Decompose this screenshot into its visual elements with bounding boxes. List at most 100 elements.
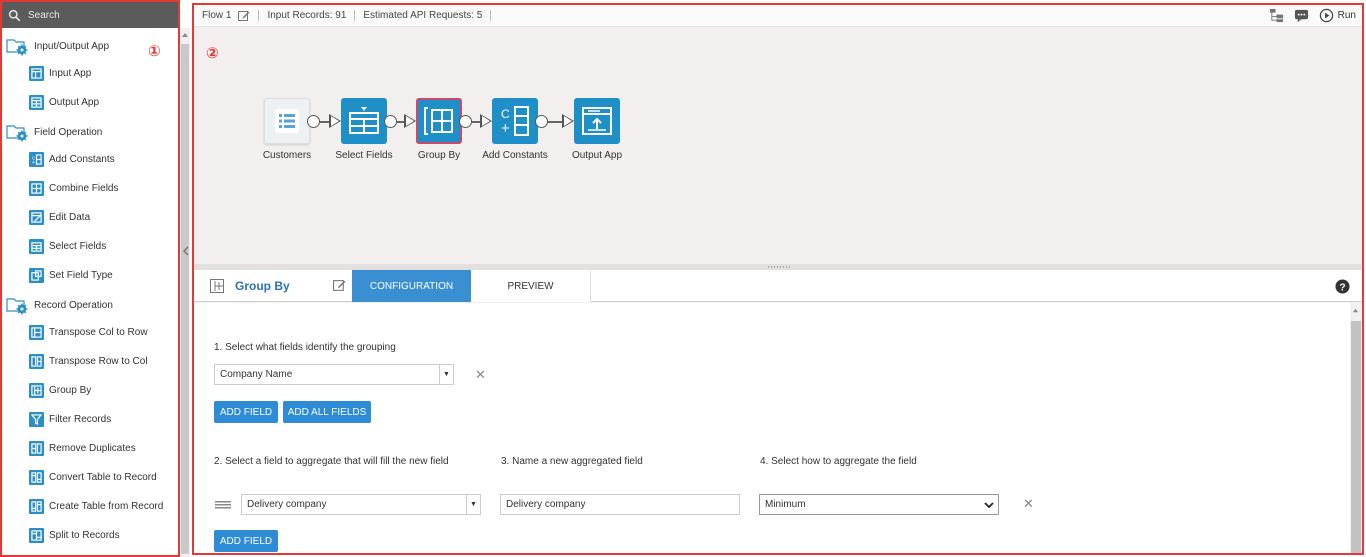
aggregated-field-name-input[interactable]: Delivery company xyxy=(500,494,740,515)
run-button[interactable]: Run xyxy=(1338,10,1356,21)
grouping-field-select[interactable]: Company Name ▼ xyxy=(214,364,454,385)
collapse-sidebar-button[interactable] xyxy=(181,246,190,262)
topbar-separator xyxy=(490,10,492,21)
select-fields-icon xyxy=(349,107,379,134)
tool-item[interactable]: Combine Fields xyxy=(29,179,118,197)
remove-aggregation-icon[interactable]: ✕ xyxy=(1023,496,1034,512)
scroll-up-icon[interactable] xyxy=(1352,307,1359,314)
config-header: Group By CONFIGURATION PREVIEW ? xyxy=(194,270,1362,302)
input-port[interactable] xyxy=(480,114,492,128)
tool-item[interactable]: Transpose Row to Col xyxy=(29,352,148,370)
filter-icon xyxy=(29,411,44,427)
tool-item-label: Select Fields xyxy=(49,240,107,252)
chevron-down-icon[interactable] xyxy=(984,500,994,510)
tab-configuration[interactable]: CONFIGURATION xyxy=(352,270,471,302)
tool-item-label: Transpose Row to Col xyxy=(49,355,148,367)
tab-preview[interactable]: PREVIEW xyxy=(471,270,591,302)
tool-item[interactable]: Set Field Type xyxy=(29,266,113,284)
tool-item[interactable]: Group By xyxy=(29,381,91,399)
flow-node[interactable]: C + xyxy=(492,98,538,144)
tool-item[interactable]: Create Table from Record xyxy=(29,497,163,515)
tool-category[interactable]: Record Operation xyxy=(6,294,113,316)
step2-label: 2. Select a field to aggregate that will… xyxy=(214,456,449,467)
region-marker-2: ② xyxy=(206,45,219,62)
tool-item-label: Split to Records xyxy=(49,529,120,541)
topbar-separator xyxy=(258,10,260,21)
tool-item-label: Combine Fields xyxy=(49,182,119,194)
group-by-icon xyxy=(424,107,453,135)
config-title: Group By xyxy=(235,279,290,293)
input-port[interactable] xyxy=(329,114,341,128)
run-play-icon[interactable] xyxy=(1319,8,1334,23)
tool-category[interactable]: Input/Output App xyxy=(6,35,109,57)
help-icon[interactable]: ? xyxy=(1335,279,1350,294)
output-port[interactable] xyxy=(459,115,472,128)
tool-sidebar: Search Input/Output App Input App Output… xyxy=(0,0,180,557)
search-placeholder: Search xyxy=(28,9,60,21)
comment-icon[interactable] xyxy=(1294,8,1309,23)
dropdown-arrow-icon[interactable]: ▼ xyxy=(466,495,480,514)
tool-item-label: Input App xyxy=(49,67,92,79)
combine-fields-icon xyxy=(29,180,44,196)
output-app-icon xyxy=(582,107,612,135)
tool-item[interactable]: Input App xyxy=(29,64,91,82)
add-constants-icon: C+ xyxy=(501,106,529,137)
group-by-icon xyxy=(29,382,44,398)
tool-item[interactable]: Select Fields xyxy=(29,237,106,255)
flow-topbar: Flow 1 Input Records: 91 Estimated API R… xyxy=(194,5,1362,27)
edit-flow-name-icon[interactable] xyxy=(238,10,250,22)
tool-item-label: Remove Duplicates xyxy=(49,442,136,454)
output-port[interactable] xyxy=(384,115,397,128)
flow-node[interactable] xyxy=(574,98,620,144)
chevron-left-icon xyxy=(182,246,189,256)
connection-line xyxy=(320,121,329,123)
splitter-grip[interactable] xyxy=(768,266,792,268)
tool-item[interactable]: Split to Records xyxy=(29,526,120,544)
add-all-fields-button[interactable]: ADD ALL FIELDS xyxy=(283,401,371,423)
transpose-row-icon xyxy=(29,353,44,369)
tool-item[interactable]: Remove Duplicates xyxy=(29,439,136,457)
aggregation-method-select[interactable]: Minimum xyxy=(759,494,999,515)
add-aggregation-field-button[interactable]: ADD FIELD xyxy=(214,530,278,552)
input-port[interactable] xyxy=(562,114,574,128)
input-port[interactable] xyxy=(404,114,416,128)
add-field-button[interactable]: ADD FIELD xyxy=(214,401,278,423)
tool-item[interactable]: Output App xyxy=(29,93,99,111)
transpose-col-icon xyxy=(29,324,44,340)
edit-node-name-icon[interactable] xyxy=(333,279,346,292)
output-port[interactable] xyxy=(535,115,548,128)
search-bar[interactable]: Search xyxy=(2,2,178,28)
flow-canvas[interactable]: ② Customers Select Fields Group By C + Add Co… xyxy=(194,28,1362,264)
sidebar-scrollbar-thumb[interactable] xyxy=(181,44,189,554)
tool-item[interactable]: Filter Records xyxy=(29,410,111,428)
dropdown-arrow-icon[interactable]: ▼ xyxy=(439,365,453,384)
aggregate-field-select[interactable]: Delivery company ▼ xyxy=(241,494,481,515)
region-marker-1: ① xyxy=(148,43,161,60)
config-scrollbar-thumb[interactable] xyxy=(1351,321,1361,553)
list-icon xyxy=(275,109,299,133)
flow-node[interactable] xyxy=(416,98,462,144)
drag-handle-icon[interactable] xyxy=(215,501,231,509)
tool-item-label: Set Field Type xyxy=(49,269,113,281)
tool-item[interactable]: Edit Data xyxy=(29,208,90,226)
flow-node[interactable] xyxy=(341,98,387,144)
flow-node[interactable] xyxy=(264,98,310,144)
create-table-icon xyxy=(29,498,44,514)
grouping-field-value: Company Name xyxy=(220,369,293,380)
tool-category[interactable]: Field Operation xyxy=(6,121,102,143)
set-field-type-icon xyxy=(29,267,44,283)
tool-item[interactable]: Transpose Col to Row xyxy=(29,323,148,341)
tool-item[interactable]: C + Add Constants xyxy=(29,150,115,168)
table-output-icon xyxy=(29,94,44,110)
remove-grouping-field-icon[interactable]: ✕ xyxy=(475,367,486,383)
aggregate-field-value: Delivery company xyxy=(247,499,327,510)
table-input-icon xyxy=(29,65,44,81)
flow-tree-icon[interactable] xyxy=(1269,8,1284,23)
group-by-icon xyxy=(210,279,224,293)
convert-table-icon xyxy=(29,469,44,485)
output-port[interactable] xyxy=(307,115,320,128)
tool-item-label: Convert Table to Record xyxy=(49,471,157,483)
connection-line xyxy=(472,121,480,123)
tool-item[interactable]: Convert Table to Record xyxy=(29,468,157,486)
scroll-up-icon[interactable] xyxy=(181,31,189,39)
